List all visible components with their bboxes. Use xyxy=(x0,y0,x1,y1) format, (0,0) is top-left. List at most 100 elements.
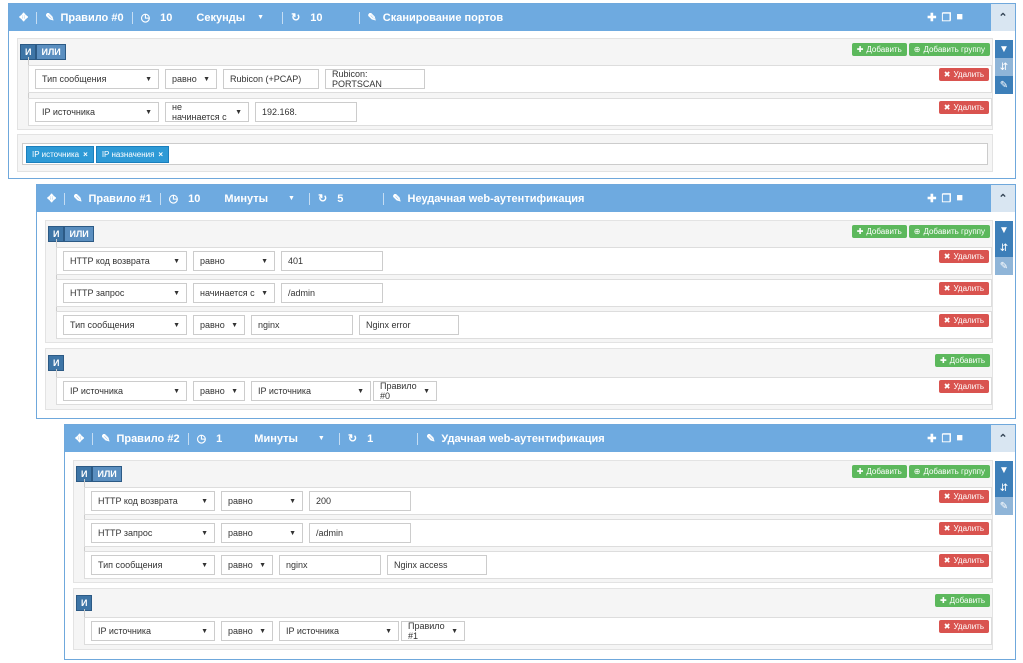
filter-icon[interactable]: ▼ xyxy=(995,40,1013,58)
field-select[interactable]: Тип сообщения ▼ xyxy=(63,315,187,335)
trash-icon[interactable]: ■ xyxy=(956,192,963,205)
value-input[interactable]: /admin xyxy=(281,283,383,303)
or-button[interactable]: ИЛИ xyxy=(36,44,66,60)
value-input[interactable]: 200 xyxy=(309,491,411,511)
delete-condition-button[interactable]: ✖ Удалить xyxy=(938,282,989,295)
sort-icon[interactable]: ⇵ xyxy=(995,58,1013,76)
tag-icon[interactable]: ✎ xyxy=(995,497,1013,515)
value-input[interactable]: 192.168. xyxy=(255,102,357,122)
value-input[interactable]: Rubicon (+PCAP) xyxy=(223,69,319,89)
rule-name[interactable]: ✎ Сканирование портов xyxy=(368,11,504,25)
value-input[interactable]: nginx xyxy=(251,315,353,335)
field-select[interactable]: HTTP код возврата ▼ xyxy=(63,251,187,271)
copy-icon[interactable]: ❐ xyxy=(941,432,951,445)
conjunction-toggle[interactable]: И ИЛИ xyxy=(48,226,94,242)
unit-select[interactable]: Минуты ▼ xyxy=(224,193,295,205)
field-select[interactable]: IP источника ▼ xyxy=(91,621,215,641)
field-select[interactable]: HTTP запрос ▼ xyxy=(91,523,215,543)
operator-select[interactable]: равно ▼ xyxy=(193,381,245,401)
delete-condition-button[interactable]: ✖ Удалить xyxy=(938,68,989,81)
rule-title[interactable]: ✎ Правило #2 xyxy=(101,432,179,446)
operator-select[interactable]: равно ▼ xyxy=(165,69,217,89)
tag-icon[interactable]: ✎ xyxy=(995,76,1013,94)
field-select[interactable]: Тип сообщения ▼ xyxy=(91,555,215,575)
delete-condition-button[interactable]: ✖ Удалить xyxy=(938,490,989,503)
delete-condition-button[interactable]: ✖ Удалить xyxy=(938,314,989,327)
time-value[interactable]: ◷ 1 xyxy=(197,432,223,446)
delete-condition-button[interactable]: ✖ Удалить xyxy=(938,380,989,393)
time-value[interactable]: ◷ 10 xyxy=(141,11,173,25)
tag-chip[interactable]: IP источника × xyxy=(26,145,94,163)
delete-condition-button[interactable]: ✖ Удалить xyxy=(938,522,989,535)
close-icon[interactable]: × xyxy=(83,150,88,159)
rule-ref-select[interactable]: Правило #1 ▼ xyxy=(401,621,465,641)
or-button[interactable]: ИЛИ xyxy=(64,226,94,242)
plus-icon[interactable]: ✚ xyxy=(927,192,936,205)
add-condition-button[interactable]: ✚ Добавить xyxy=(934,354,990,367)
value-input-2[interactable]: Nginx access xyxy=(387,555,487,575)
operator-select[interactable]: начинается с ▼ xyxy=(193,283,275,303)
operator-select[interactable]: равно ▼ xyxy=(193,251,275,271)
rule-title[interactable]: ✎ Правило #1 xyxy=(73,192,151,206)
delete-condition-button[interactable]: ✖ Удалить xyxy=(938,620,989,633)
move-icon[interactable]: ✥ xyxy=(47,192,56,205)
move-icon[interactable]: ✥ xyxy=(75,432,84,445)
unit-select[interactable]: Минуты ▼ xyxy=(254,433,325,445)
sort-icon[interactable]: ⇵ xyxy=(995,239,1013,257)
value-input[interactable]: /admin xyxy=(309,523,411,543)
value-input[interactable]: 401 xyxy=(281,251,383,271)
unit-select[interactable]: Секунды ▼ xyxy=(196,12,264,24)
rule-ref-select[interactable]: Правило #0 ▼ xyxy=(373,381,437,401)
operator-select[interactable]: равно ▼ xyxy=(221,523,303,543)
field-select[interactable]: IP источника ▼ xyxy=(35,102,159,122)
add-condition-button[interactable]: ✚ Добавить xyxy=(934,594,990,607)
conjunction-toggle[interactable]: И ИЛИ xyxy=(20,44,66,60)
chevron-up-icon[interactable]: ⌃ xyxy=(991,425,1015,452)
source-field-select[interactable]: IP источника ▼ xyxy=(279,621,399,641)
add-condition-button[interactable]: ✚ Добавить xyxy=(851,225,907,238)
delete-condition-button[interactable]: ✖ Удалить xyxy=(938,250,989,263)
filter-icon[interactable]: ▼ xyxy=(995,221,1013,239)
rule-title[interactable]: ✎ Правило #0 xyxy=(45,11,123,25)
add-group-button[interactable]: ⊕ Добавить группу xyxy=(908,465,990,478)
grouping-tags-input[interactable]: IP источника × IP назначения × xyxy=(22,143,988,165)
sort-icon[interactable]: ⇵ xyxy=(995,479,1013,497)
operator-select[interactable]: равно ▼ xyxy=(221,555,273,575)
source-field-select[interactable]: IP источника ▼ xyxy=(251,381,371,401)
value-input[interactable]: nginx xyxy=(279,555,381,575)
rule-name[interactable]: ✎ Удачная web-аутентификация xyxy=(426,432,605,446)
plus-icon[interactable]: ✚ xyxy=(927,11,936,24)
delete-condition-button[interactable]: ✖ Удалить xyxy=(938,101,989,114)
plus-icon[interactable]: ✚ xyxy=(927,432,936,445)
trash-icon[interactable]: ■ xyxy=(956,11,963,24)
conjunction-toggle[interactable]: И ИЛИ xyxy=(76,466,122,482)
add-condition-button[interactable]: ✚ Добавить xyxy=(851,465,907,478)
add-group-button[interactable]: ⊕ Добавить группу xyxy=(908,225,990,238)
value-input-2[interactable]: Rubicon: PORTSCAN xyxy=(325,69,425,89)
chevron-up-icon[interactable]: ⌃ xyxy=(991,4,1015,31)
add-condition-button[interactable]: ✚ Добавить xyxy=(851,43,907,56)
copy-icon[interactable]: ❐ xyxy=(941,11,951,24)
filter-icon[interactable]: ▼ xyxy=(995,461,1013,479)
field-select[interactable]: Тип сообщения ▼ xyxy=(35,69,159,89)
repeat-value[interactable]: ↻ 1 xyxy=(348,432,373,446)
or-button[interactable]: ИЛИ xyxy=(92,466,122,482)
field-select[interactable]: HTTP код возврата ▼ xyxy=(91,491,215,511)
field-select[interactable]: IP источника ▼ xyxy=(63,381,187,401)
rule-name[interactable]: ✎ Неудачная web-аутентификация xyxy=(392,192,584,206)
add-group-button[interactable]: ⊕ Добавить группу xyxy=(908,43,990,56)
close-icon[interactable]: × xyxy=(158,150,163,159)
move-icon[interactable]: ✥ xyxy=(19,11,28,24)
copy-icon[interactable]: ❐ xyxy=(941,192,951,205)
repeat-value[interactable]: ↻ 10 xyxy=(291,11,322,25)
operator-select[interactable]: не начинается с ▼ xyxy=(165,102,249,122)
operator-select[interactable]: равно ▼ xyxy=(221,621,273,641)
field-select[interactable]: HTTP запрос ▼ xyxy=(63,283,187,303)
tag-icon[interactable]: ✎ xyxy=(995,257,1013,275)
repeat-value[interactable]: ↻ 5 xyxy=(318,192,343,206)
tag-chip[interactable]: IP назначения × xyxy=(95,145,170,163)
value-input-2[interactable]: Nginx error xyxy=(359,315,459,335)
operator-select[interactable]: равно ▼ xyxy=(193,315,245,335)
chevron-up-icon[interactable]: ⌃ xyxy=(991,185,1015,212)
trash-icon[interactable]: ■ xyxy=(956,432,963,445)
